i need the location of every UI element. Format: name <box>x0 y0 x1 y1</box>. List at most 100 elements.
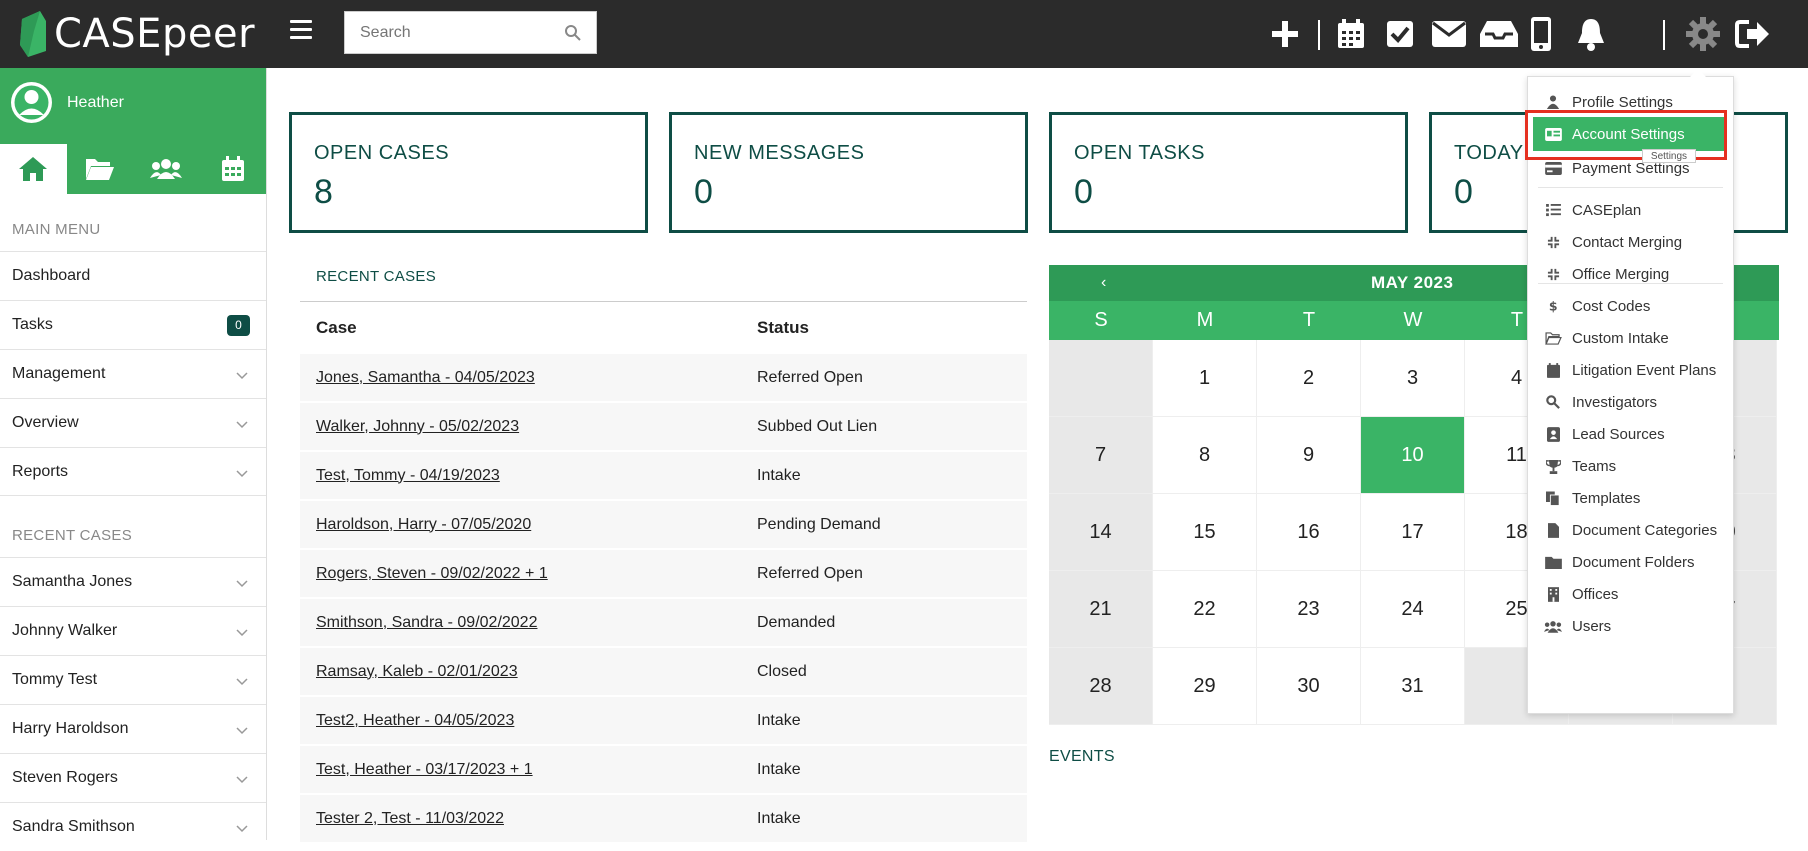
case-status: Intake <box>757 466 801 484</box>
case-link[interactable]: Test, Heather - 03/17/2023 + 1 <box>316 761 533 778</box>
sidebar-item-overview[interactable]: Overview <box>0 398 266 447</box>
casepeer-logo[interactable]: CASEpeer <box>18 8 255 60</box>
calendar-day-cell[interactable]: 22 <box>1153 571 1257 648</box>
building-icon <box>1544 585 1562 603</box>
menu-item-teams[interactable]: Teams <box>1528 449 1733 483</box>
dollar-icon: $ <box>1544 297 1562 315</box>
search-input[interactable] <box>345 12 555 53</box>
open-cases-card[interactable]: OPEN CASES 8 <box>289 112 648 233</box>
calendar-day-cell[interactable]: 8 <box>1153 417 1257 494</box>
sidebar-recent-case[interactable]: Sandra Smithson <box>0 802 266 851</box>
case-link[interactable]: Haroldson, Harry - 07/05/2020 <box>316 516 531 533</box>
calendar-day-cell[interactable]: 16 <box>1257 494 1361 571</box>
menu-item-investigators[interactable]: Investigators <box>1528 385 1733 419</box>
calendar-day-cell[interactable]: 1 <box>1153 340 1257 417</box>
menu-item-document-folders[interactable]: Document Folders <box>1528 545 1733 579</box>
compress-icon <box>1544 265 1562 283</box>
sidebar-item-dashboard[interactable]: Dashboard <box>0 251 266 300</box>
calendar-day-cell[interactable]: 23 <box>1257 571 1361 648</box>
calendar-icon[interactable] <box>1331 14 1371 54</box>
menu-item-label: Litigation Event Plans <box>1572 361 1717 379</box>
compress-icon <box>1544 233 1562 251</box>
sidebar-recent-case[interactable]: Johnny Walker <box>0 606 266 655</box>
tab-home[interactable] <box>0 144 67 194</box>
calendar-day-cell[interactable]: 3 <box>1361 340 1465 417</box>
case-link[interactable]: Smithson, Sandra - 09/02/2022 <box>316 614 537 631</box>
card-label: NEW MESSAGES <box>694 142 865 164</box>
document-icon <box>1544 521 1562 539</box>
menu-item-custom-intake[interactable]: Custom Intake <box>1528 321 1733 355</box>
calendar-day-cell[interactable]: 24 <box>1361 571 1465 648</box>
sidebar-item-reports[interactable]: Reports <box>0 447 266 496</box>
menu-item-label: Offices <box>1572 585 1619 603</box>
menu-item-caseplan[interactable]: CASEplan <box>1528 193 1733 227</box>
case-link[interactable]: Jones, Samantha - 04/05/2023 <box>316 369 535 386</box>
calendar-day-cell[interactable]: 14 <box>1049 494 1153 571</box>
prev-month-button[interactable]: ‹ <box>1101 274 1106 292</box>
search-icon[interactable] <box>564 24 582 42</box>
table-row: Test, Heather - 03/17/2023 + 1 Intake <box>300 746 1027 793</box>
case-link[interactable]: Test, Tommy - 04/19/2023 <box>316 467 500 484</box>
logout-icon[interactable] <box>1733 14 1773 54</box>
envelope-icon[interactable] <box>1429 14 1469 54</box>
table-header: Case Status <box>300 302 1027 354</box>
calendar-day-cell[interactable]: 29 <box>1153 648 1257 725</box>
case-link[interactable]: Test2, Heather - 04/05/2023 <box>316 712 514 729</box>
sidebar-tabs <box>0 144 266 194</box>
case-link[interactable]: Rogers, Steven - 09/02/2022 + 1 <box>316 565 548 582</box>
menu-item-litigation-event-plans[interactable]: Litigation Event Plans <box>1528 353 1733 387</box>
tasks-count-badge: 0 <box>227 315 250 336</box>
plus-icon[interactable] <box>1265 14 1305 54</box>
menu-item-document-categories[interactable]: Document Categories <box>1528 513 1733 547</box>
sidebar-recent-case[interactable]: Harry Haroldson <box>0 704 266 753</box>
calendar-day-cell[interactable]: 21 <box>1049 571 1153 648</box>
menu-item-lead-sources[interactable]: Lead Sources <box>1528 417 1733 451</box>
inbox-tray-icon[interactable] <box>1479 14 1519 54</box>
calendar-day-cell[interactable]: 28 <box>1049 648 1153 725</box>
case-link[interactable]: Ramsay, Kaleb - 02/01/2023 <box>316 663 518 680</box>
table-row: Smithson, Sandra - 09/02/2022 Demanded <box>300 599 1027 646</box>
calendar-day-cell[interactable]: 7 <box>1049 417 1153 494</box>
folder-icon <box>1544 553 1562 571</box>
menu-item-contact-merging[interactable]: Contact Merging <box>1528 225 1733 259</box>
calendar-day-cell[interactable]: 30 <box>1257 648 1361 725</box>
user-name[interactable]: Heather <box>67 94 124 112</box>
sidebar-recent-case[interactable]: Tommy Test <box>0 655 266 704</box>
menu-item-label: Contact Merging <box>1572 233 1683 251</box>
open-tasks-card[interactable]: OPEN TASKS 0 <box>1049 112 1408 233</box>
menu-item-offices[interactable]: Offices <box>1528 577 1733 611</box>
calendar-day-cell[interactable]: 31 <box>1361 648 1465 725</box>
tab-contacts[interactable] <box>133 144 200 194</box>
sidebar-recent-case[interactable]: Samantha Jones <box>0 557 266 606</box>
calendar-day-cell[interactable]: 2 <box>1257 340 1361 417</box>
sidebar-item-tasks[interactable]: Tasks 0 <box>0 300 266 349</box>
checkbox-icon[interactable] <box>1380 14 1420 54</box>
case-status: Subbed Out Lien <box>757 417 878 435</box>
calendar-day-cell[interactable]: 15 <box>1153 494 1257 571</box>
tab-calendar[interactable] <box>200 144 267 194</box>
tab-cases[interactable] <box>67 144 134 194</box>
calendar-day-cell[interactable]: 10 <box>1361 417 1465 494</box>
hamburger-menu-icon[interactable] <box>290 20 312 42</box>
folder-open-icon <box>85 159 114 180</box>
avatar-icon[interactable] <box>11 82 52 123</box>
mobile-phone-icon[interactable] <box>1521 14 1561 54</box>
bell-icon[interactable] <box>1571 14 1611 54</box>
leaf-logo-icon <box>20 11 46 57</box>
user-bar: Heather <box>0 68 266 144</box>
menu-item-users[interactable]: Users <box>1528 609 1733 643</box>
menu-item-templates[interactable]: Templates <box>1528 481 1733 515</box>
sidebar-item-management[interactable]: Management <box>0 349 266 398</box>
calendar-day-cell[interactable]: 17 <box>1361 494 1465 571</box>
day-header: M <box>1196 309 1214 331</box>
calendar-day-cell[interactable]: 9 <box>1257 417 1361 494</box>
case-status: Demanded <box>757 613 836 631</box>
case-link[interactable]: Tester 2, Test - 11/03/2022 <box>316 810 504 827</box>
sidebar-recent-case[interactable]: Steven Rogers <box>0 753 266 802</box>
new-messages-card[interactable]: NEW MESSAGES 0 <box>669 112 1028 233</box>
case-link[interactable]: Walker, Johnny - 05/02/2023 <box>316 418 519 435</box>
menu-item-cost-codes[interactable]: $ Cost Codes <box>1528 289 1733 323</box>
gear-icon[interactable] <box>1683 14 1723 54</box>
menu-item-office-merging[interactable]: Office Merging <box>1528 257 1733 291</box>
table-row: Tester 2, Test - 11/03/2022 Intake <box>300 795 1027 842</box>
